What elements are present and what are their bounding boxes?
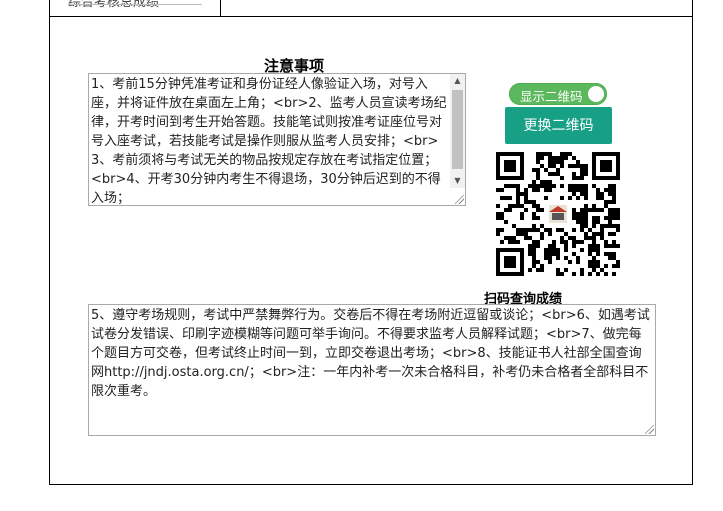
notice-textarea-2[interactable]: 5、遵守考场规则，考试中严禁舞弊行为。交卷后不得在考场附近逗留或谈论；<br>6… <box>88 304 656 436</box>
qr-code-icon <box>496 152 620 276</box>
show-qr-toggle-label: 显示二维码 <box>520 89 583 104</box>
notice-textarea-1[interactable]: 1、考前15分钟凭准考证和身份证经人像验证入场，对号入座，并将证件放在桌面左上角… <box>88 73 466 206</box>
notice-text-2: 5、遵守考场规则，考试中严禁舞弊行为。交卷后不得在考场附近逗留或谈论；<br>6… <box>91 308 650 399</box>
show-qr-toggle[interactable]: 显示二维码 <box>509 83 607 105</box>
cell-divider <box>220 0 221 16</box>
scrollbar-thumb[interactable] <box>452 90 463 169</box>
resize-grip-icon[interactable] <box>645 425 654 434</box>
notice-panel: 综合考核总成绩 注意事项 1、考前15分钟凭准考证和身份证经人像验证入场，对号入… <box>49 0 693 485</box>
scroll-down-arrow-icon[interactable]: ▼ <box>450 174 465 188</box>
toggle-knob <box>588 86 604 102</box>
notice-text-1: 1、考前15分钟凭准考证和身份证经人像验证入场，对号入座，并将证件放在桌面左上角… <box>91 77 447 206</box>
score-underline <box>68 4 202 5</box>
change-qr-button[interactable]: 更换二维码 <box>505 107 612 144</box>
resize-grip-icon[interactable] <box>455 195 464 204</box>
score-label-cutoff: 综合考核总成绩 <box>68 0 160 10</box>
score-table-bottom-row: 综合考核总成绩 <box>50 0 692 17</box>
scroll-up-arrow-icon[interactable]: ▲ <box>450 74 465 88</box>
notice-scrollbar[interactable]: ▲ ▼ <box>450 74 465 188</box>
